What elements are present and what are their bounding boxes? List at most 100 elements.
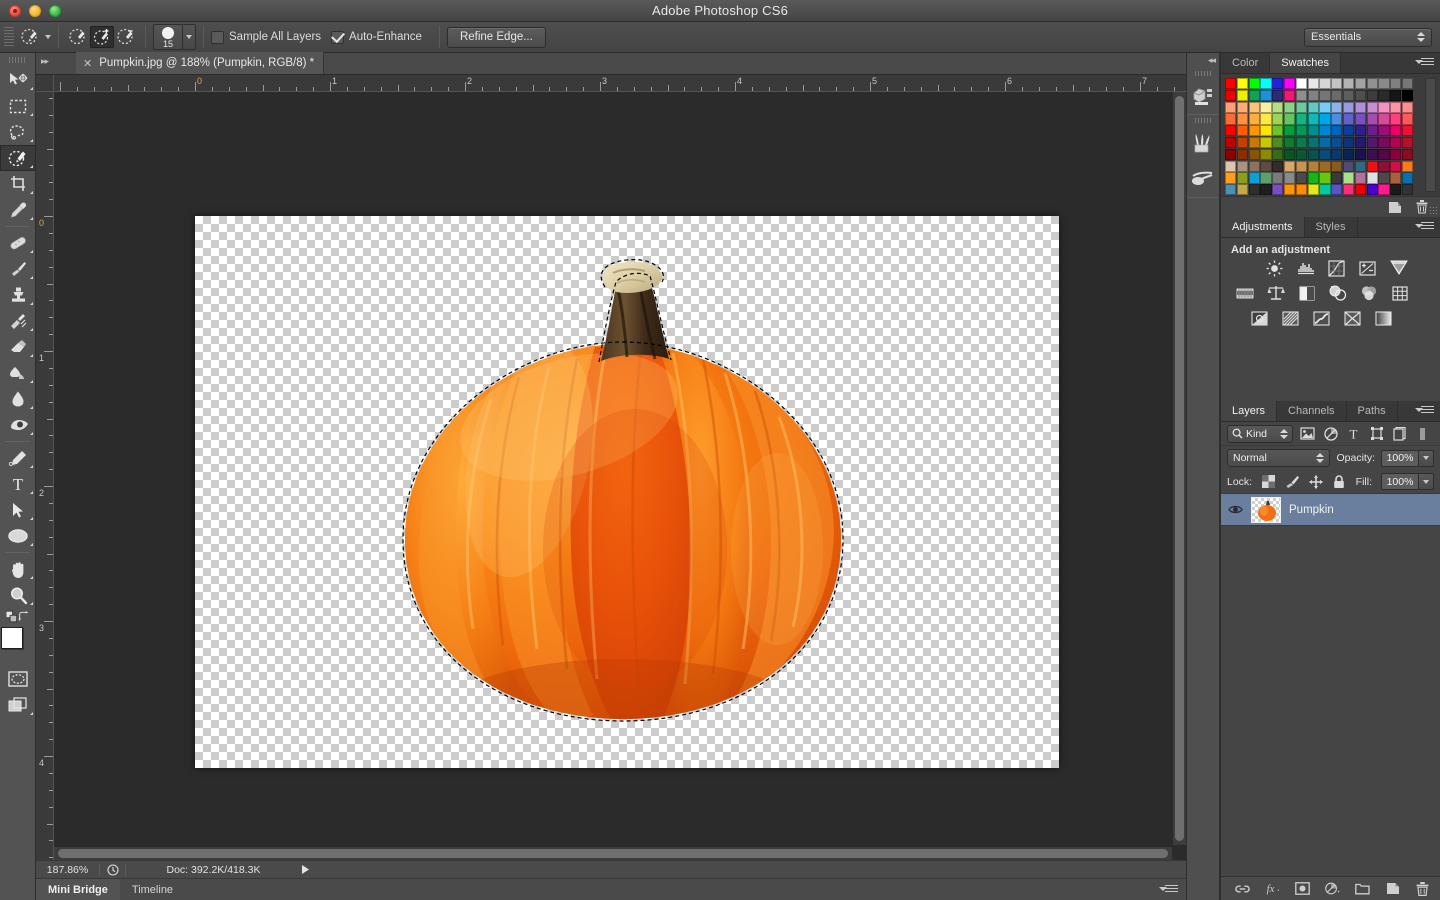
tool-presets-icon[interactable] (1187, 161, 1219, 197)
tab-adjustments[interactable]: Adjustments (1221, 217, 1305, 237)
swatch-cell[interactable] (1248, 160, 1260, 172)
scrollbar-thumb[interactable] (1175, 96, 1184, 841)
collapse-panels-icon[interactable]: ▸▸ (41, 56, 49, 67)
exposure-icon[interactable] (1358, 259, 1377, 277)
chevron-down-icon[interactable] (45, 35, 51, 39)
swatch-cell[interactable] (1401, 184, 1414, 196)
tool-eyedropper[interactable] (0, 197, 36, 223)
opacity-control[interactable]: 100% (1381, 449, 1434, 467)
swatch-cell[interactable] (1225, 148, 1237, 161)
black-white-icon[interactable] (1297, 284, 1316, 302)
tool-eraser[interactable] (0, 334, 36, 360)
shape-filter-icon[interactable] (1368, 425, 1385, 442)
swatch-cell[interactable] (1260, 113, 1272, 125)
bottom-panel-menu-icon[interactable] (1159, 884, 1178, 895)
invert-icon[interactable] (1250, 309, 1269, 327)
swatch-cell[interactable] (1331, 125, 1343, 137)
swatch-cell[interactable] (1378, 101, 1390, 113)
channel-mixer-icon[interactable] (1359, 284, 1378, 302)
swatch-cell[interactable] (1225, 184, 1237, 196)
brush-picker[interactable]: 15 (153, 24, 196, 50)
swatch-cell[interactable] (1354, 184, 1367, 196)
posterize-icon[interactable] (1281, 309, 1300, 327)
foreground-color-swatch[interactable] (0, 627, 23, 649)
swatch-cell[interactable] (1225, 89, 1237, 102)
swatch-cell[interactable] (1260, 160, 1272, 172)
swatch-cell[interactable] (1319, 148, 1331, 161)
swatch-cell[interactable] (1283, 101, 1296, 113)
tool-blur[interactable] (0, 386, 36, 412)
swatch-cell[interactable] (1342, 101, 1355, 113)
swatch-cell[interactable] (1390, 125, 1402, 137)
tool-history-brush[interactable] (0, 308, 36, 334)
swatch-cell[interactable] (1331, 113, 1343, 125)
document-info-icon[interactable] (100, 863, 126, 876)
tab-mini-bridge[interactable]: Mini Bridge (36, 878, 120, 900)
filter-toggle-icon[interactable] (1414, 425, 1431, 442)
lock-all-icon[interactable] (1332, 474, 1347, 489)
swatch-cell[interactable] (1331, 184, 1343, 196)
panel-menu-icon[interactable] (1415, 58, 1434, 68)
canvas-vertical-scrollbar[interactable] (1172, 92, 1186, 845)
swatch-cell[interactable] (1225, 113, 1237, 125)
swatch-cell[interactable] (1342, 78, 1355, 90)
swatch-cell[interactable] (1307, 89, 1319, 102)
expand-dock-icon[interactable]: ◂◂ (1187, 53, 1219, 68)
fill-chevron-icon[interactable] (1419, 473, 1434, 490)
layer-mask-icon[interactable] (1295, 881, 1310, 896)
new-swatch-icon[interactable] (1388, 201, 1402, 214)
swatch-cell[interactable] (1307, 172, 1319, 184)
swatch-cell[interactable] (1272, 148, 1284, 161)
tool-move[interactable] (0, 67, 36, 93)
checkbox-box[interactable] (331, 30, 345, 44)
swatch-cell[interactable] (1248, 184, 1260, 196)
swatch-cell[interactable] (1295, 160, 1308, 172)
tool-rectangular-marquee[interactable] (0, 93, 36, 119)
swatch-cell[interactable] (1342, 172, 1355, 184)
swatch-cell[interactable] (1378, 113, 1390, 125)
swatch-cell[interactable] (1283, 78, 1296, 90)
swatch-cell[interactable] (1260, 148, 1272, 161)
swatch-cell[interactable] (1307, 113, 1319, 125)
fill-control[interactable]: 100% (1381, 473, 1434, 490)
tab-color[interactable]: Color (1221, 53, 1271, 73)
new-adjustment-layer-icon[interactable] (1325, 881, 1340, 896)
swatch-cell[interactable] (1401, 148, 1414, 161)
swatch-cell[interactable] (1319, 113, 1331, 125)
toolbox-grip[interactable] (0, 53, 35, 67)
pixel-filter-icon[interactable] (1299, 425, 1316, 442)
delete-swatch-icon[interactable] (1416, 200, 1428, 214)
swatch-cell[interactable] (1378, 78, 1390, 90)
swatch-cell[interactable] (1248, 89, 1260, 102)
layer-name[interactable]: Pumpkin (1289, 504, 1334, 516)
swatch-cell[interactable] (1354, 101, 1367, 113)
auto-enhance-checkbox[interactable]: Auto-Enhance (331, 30, 432, 44)
quick-mask-mode-button[interactable] (0, 666, 36, 692)
layer-style-icon[interactable]: fx (1265, 881, 1280, 896)
tab-styles[interactable]: Styles (1305, 217, 1358, 237)
tab-layers[interactable]: Layers (1221, 401, 1278, 421)
swatch-cell[interactable] (1283, 160, 1296, 172)
swatch-cell[interactable] (1390, 89, 1402, 102)
swatch-cell[interactable] (1283, 148, 1296, 161)
curves-icon[interactable] (1327, 259, 1346, 277)
swatch-cell[interactable] (1378, 136, 1390, 149)
sample-all-layers-checkbox[interactable]: Sample All Layers (211, 30, 331, 44)
quick-selection-tool-icon[interactable] (18, 26, 42, 48)
swatch-cell[interactable] (1390, 172, 1402, 184)
lock-position-icon[interactable] (1309, 474, 1324, 489)
swatch-cell[interactable] (1331, 136, 1343, 149)
blend-mode-select[interactable]: Normal (1227, 449, 1331, 467)
swatch-cell[interactable] (1366, 136, 1378, 149)
swatch-cell[interactable] (1272, 172, 1284, 184)
opacity-chevron-icon[interactable] (1419, 449, 1434, 467)
swatch-cell[interactable] (1378, 160, 1390, 172)
swatch-cell[interactable] (1248, 78, 1260, 90)
tool-crop[interactable] (0, 171, 36, 197)
swatch-cell[interactable] (1331, 160, 1343, 172)
swatch-cell[interactable] (1236, 172, 1249, 184)
swatch-cell[interactable] (1295, 89, 1308, 102)
swatch-cell[interactable] (1366, 101, 1378, 113)
swatch-cell[interactable] (1401, 125, 1414, 137)
tool-lasso[interactable] (0, 119, 36, 145)
